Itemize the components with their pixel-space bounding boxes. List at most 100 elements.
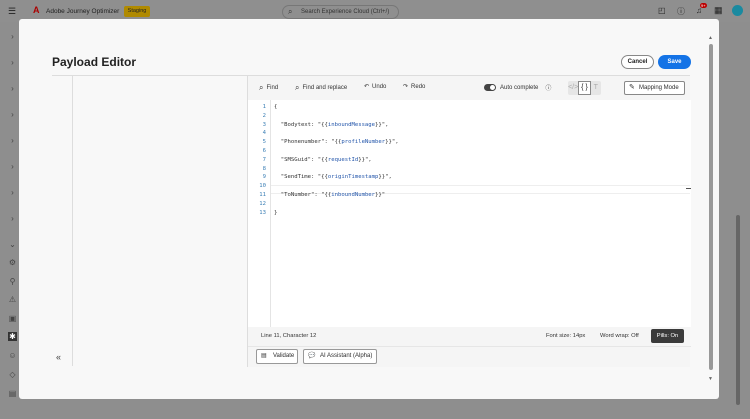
line-number: 11 bbox=[259, 192, 266, 198]
code-text: }}", bbox=[378, 174, 392, 181]
find-button[interactable]: ⌕ Find bbox=[259, 83, 278, 93]
editor-footer: ▤ Validate 💬 AI Assistant (Alpha) bbox=[248, 346, 691, 366]
active-item-icon[interactable]: ✱ bbox=[8, 332, 17, 341]
code-area[interactable]: 1{2 3 "Bodytext: "{{inboundMessage}}", 4 5 … bbox=[248, 100, 691, 327]
json-view-icon[interactable]: { } bbox=[578, 81, 591, 95]
avatar[interactable] bbox=[732, 5, 743, 16]
code-text: "SMSGuid": "{{ bbox=[274, 156, 328, 163]
cursor-position: Line 11, Character 12 bbox=[261, 333, 317, 339]
settings-icon[interactable]: ⚙ bbox=[8, 258, 17, 267]
code-line: "SMSGuid": "{{requestId}}", bbox=[274, 156, 372, 165]
ai-chat-icon: 💬 bbox=[308, 353, 316, 359]
autocomplete-label: Auto complete bbox=[500, 84, 539, 91]
variable-token: inboundNumber bbox=[331, 192, 376, 198]
search-input[interactable]: ⌕ Search Experience Cloud (Ctrl+/) bbox=[282, 5, 399, 19]
validate-icon: ▤ bbox=[261, 353, 267, 359]
code-line: "Bodytext: "{{inboundMessage}}", bbox=[274, 121, 389, 130]
page-scrollbar[interactable] bbox=[736, 215, 740, 405]
mapping-mode-button[interactable]: ✎ Mapping Mode bbox=[624, 81, 685, 95]
chevron-right-icon[interactable]: › bbox=[8, 84, 17, 93]
users-icon[interactable]: ☺ bbox=[8, 351, 17, 360]
chevron-right-icon[interactable]: › bbox=[8, 136, 17, 145]
app-name[interactable]: Adobe Journey Optimizer bbox=[46, 8, 119, 15]
code-text: }}", bbox=[358, 156, 372, 163]
menu-icon[interactable]: ☰ bbox=[8, 6, 16, 17]
autocomplete-label-group: Auto complete ⓘ bbox=[500, 83, 551, 93]
scroll-up-icon[interactable]: ▲ bbox=[708, 35, 713, 41]
page-title: Payload Editor bbox=[52, 55, 137, 69]
help-icon[interactable]: ⓘ bbox=[545, 83, 551, 92]
chevron-right-icon[interactable]: › bbox=[8, 32, 17, 41]
validate-button[interactable]: ▤ Validate bbox=[256, 349, 298, 364]
overview-ruler-marker bbox=[686, 188, 691, 189]
word-wrap-setting[interactable]: Word wrap: Off bbox=[600, 333, 639, 339]
validate-label: Validate bbox=[273, 353, 295, 359]
code-line: { bbox=[274, 103, 277, 112]
tag-icon[interactable]: ◇ bbox=[8, 370, 17, 379]
routing-icon[interactable]: ⚲ bbox=[8, 277, 17, 286]
text-view-icon[interactable]: T bbox=[591, 81, 601, 95]
code-line: "SendTime: "{{originTimestamp}}", bbox=[274, 173, 392, 182]
chevron-right-icon[interactable]: › bbox=[8, 188, 17, 197]
redo-button[interactable]: ↷ Redo bbox=[403, 83, 426, 91]
editor-toolbar: ⌕ Find ⌕ Find and replace ↶ Undo ↷ Redo Auto… bbox=[248, 76, 691, 100]
view-mode-group: </> { } T bbox=[568, 81, 601, 95]
code-text: "Phonenumber": "{{ bbox=[274, 139, 342, 146]
code-view-icon[interactable]: </> bbox=[568, 81, 578, 95]
autocomplete-toggle[interactable] bbox=[484, 84, 496, 91]
code-line: "Phonenumber": "{{profileNumber}}", bbox=[274, 138, 399, 147]
find-label: Find bbox=[266, 85, 279, 91]
document-icon[interactable]: ▤ bbox=[8, 389, 17, 398]
payload-editor-modal: Payload Editor Cancel Save « ⌕ Find ⌕ Find… bbox=[19, 19, 719, 399]
code-text: } bbox=[274, 209, 278, 216]
line-number: 9 bbox=[262, 174, 266, 181]
ai-assistant-button[interactable]: 💬 AI Assistant (Alpha) bbox=[303, 349, 377, 364]
feedback-icon[interactable]: ◰ bbox=[658, 6, 666, 15]
line-number: 8 bbox=[262, 165, 266, 172]
code-text: "ToNumber": "{{ bbox=[274, 192, 332, 198]
collapse-panel-icon[interactable]: « bbox=[56, 352, 61, 362]
mapping-icon: ✎ bbox=[629, 84, 635, 91]
cancel-button[interactable]: Cancel bbox=[621, 55, 654, 69]
alert-icon[interactable]: ⚠ bbox=[8, 295, 17, 304]
line-number: 13 bbox=[259, 209, 266, 216]
apps-grid-icon[interactable]: ▦ bbox=[714, 5, 723, 16]
code-text: "SendTime: "{{ bbox=[274, 174, 328, 181]
variable-token: requestId bbox=[327, 156, 359, 163]
variable-token: originTimestamp bbox=[327, 174, 379, 181]
modal-scrollbar[interactable] bbox=[709, 44, 713, 370]
chevron-right-icon[interactable]: › bbox=[8, 214, 17, 223]
redo-label: Redo bbox=[411, 83, 426, 90]
font-size-setting[interactable]: Font size: 14px bbox=[546, 333, 585, 339]
chevron-right-icon[interactable]: › bbox=[8, 110, 17, 119]
ai-assistant-label: AI Assistant (Alpha) bbox=[320, 353, 373, 359]
variable-token: profileNumber bbox=[341, 139, 386, 146]
env-badge: Staging bbox=[124, 6, 150, 17]
help-icon[interactable]: ⓘ bbox=[677, 6, 685, 17]
code-editor: ⌕ Find ⌕ Find and replace ↶ Undo ↷ Redo Auto… bbox=[247, 76, 691, 367]
line-number: 12 bbox=[259, 200, 266, 207]
grid-icon[interactable]: ▣ bbox=[8, 314, 17, 323]
code-line: } bbox=[274, 209, 277, 218]
find-replace-button[interactable]: ⌕ Find and replace bbox=[295, 83, 347, 93]
line-number: 5 bbox=[262, 139, 266, 146]
chevron-right-icon[interactable]: › bbox=[8, 58, 17, 67]
scroll-down-icon[interactable]: ▼ bbox=[708, 376, 713, 382]
code-text: }}", bbox=[385, 139, 399, 146]
code-text: { bbox=[274, 104, 278, 110]
adobe-logo-icon: A bbox=[33, 5, 40, 15]
pills-toggle[interactable]: Pills: On bbox=[651, 329, 684, 343]
search-icon: ⌕ bbox=[288, 7, 293, 16]
code-text: }}", bbox=[375, 121, 389, 128]
mapping-mode-label: Mapping Mode bbox=[639, 85, 679, 91]
chevron-down-icon[interactable]: ⌄ bbox=[8, 240, 17, 249]
code-text: "Bodytext: "{{ bbox=[274, 121, 328, 128]
variable-token: inboundMessage bbox=[327, 121, 376, 128]
undo-button[interactable]: ↶ Undo bbox=[364, 83, 386, 91]
save-button[interactable]: Save bbox=[658, 55, 691, 69]
left-panel-divider bbox=[72, 76, 73, 366]
redo-icon: ↷ bbox=[403, 84, 409, 90]
chevron-right-icon[interactable]: › bbox=[8, 162, 17, 171]
line-number: 1 bbox=[262, 104, 266, 110]
notification-count: 9+ bbox=[700, 3, 707, 8]
